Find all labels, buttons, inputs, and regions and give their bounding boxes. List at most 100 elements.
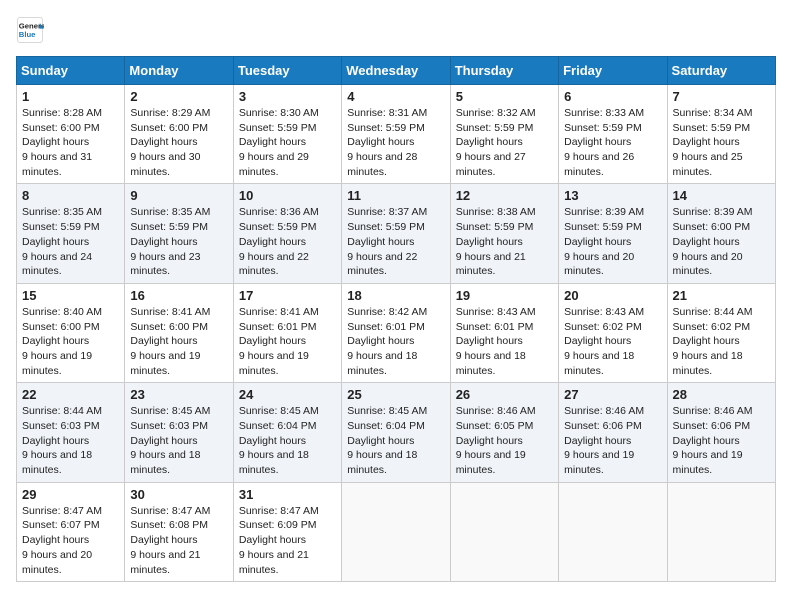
sunset-label: Sunset: 5:59 PM	[130, 221, 208, 233]
daylight-value: 9 hours and 18 minutes.	[456, 350, 526, 377]
day-header: Wednesday	[342, 57, 450, 85]
cell-content: Sunrise: 8:46 AM Sunset: 6:05 PM Dayligh…	[456, 404, 553, 477]
daylight-label: Daylight hours	[456, 136, 523, 148]
sunset-label: Sunset: 6:00 PM	[130, 321, 208, 333]
sunset-label: Sunset: 6:04 PM	[239, 420, 317, 432]
sunrise-label: Sunrise: 8:33 AM	[564, 107, 644, 119]
daylight-value: 9 hours and 21 minutes.	[456, 251, 526, 278]
sunset-label: Sunset: 5:59 PM	[564, 122, 642, 134]
daylight-label: Daylight hours	[673, 136, 740, 148]
calendar-cell: 30 Sunrise: 8:47 AM Sunset: 6:08 PM Dayl…	[125, 482, 233, 581]
day-number: 30	[130, 487, 227, 502]
sunrise-label: Sunrise: 8:28 AM	[22, 107, 102, 119]
calendar-week-row: 8 Sunrise: 8:35 AM Sunset: 5:59 PM Dayli…	[17, 184, 776, 283]
day-number: 10	[239, 188, 336, 203]
sunset-label: Sunset: 6:01 PM	[347, 321, 425, 333]
sunset-label: Sunset: 6:06 PM	[564, 420, 642, 432]
calendar-table: SundayMondayTuesdayWednesdayThursdayFrid…	[16, 56, 776, 582]
cell-content: Sunrise: 8:31 AM Sunset: 5:59 PM Dayligh…	[347, 106, 444, 179]
daylight-label: Daylight hours	[130, 136, 197, 148]
day-number: 6	[564, 89, 661, 104]
sunrise-label: Sunrise: 8:35 AM	[130, 206, 210, 218]
daylight-value: 9 hours and 23 minutes.	[130, 251, 200, 278]
daylight-label: Daylight hours	[564, 435, 631, 447]
calendar-cell: 28 Sunrise: 8:46 AM Sunset: 6:06 PM Dayl…	[667, 383, 775, 482]
day-number: 29	[22, 487, 119, 502]
daylight-label: Daylight hours	[347, 435, 414, 447]
day-number: 28	[673, 387, 770, 402]
daylight-label: Daylight hours	[130, 435, 197, 447]
daylight-label: Daylight hours	[564, 136, 631, 148]
calendar-cell: 15 Sunrise: 8:40 AM Sunset: 6:00 PM Dayl…	[17, 283, 125, 382]
daylight-value: 9 hours and 20 minutes.	[564, 251, 634, 278]
day-number: 16	[130, 288, 227, 303]
sunset-label: Sunset: 6:03 PM	[130, 420, 208, 432]
daylight-label: Daylight hours	[347, 236, 414, 248]
calendar-cell: 18 Sunrise: 8:42 AM Sunset: 6:01 PM Dayl…	[342, 283, 450, 382]
sunset-label: Sunset: 6:07 PM	[22, 519, 100, 531]
sunset-label: Sunset: 6:01 PM	[239, 321, 317, 333]
daylight-label: Daylight hours	[347, 136, 414, 148]
day-number: 24	[239, 387, 336, 402]
daylight-value: 9 hours and 18 minutes.	[239, 449, 309, 476]
day-number: 23	[130, 387, 227, 402]
calendar-cell: 12 Sunrise: 8:38 AM Sunset: 5:59 PM Dayl…	[450, 184, 558, 283]
cell-content: Sunrise: 8:47 AM Sunset: 6:09 PM Dayligh…	[239, 504, 336, 577]
calendar-cell: 13 Sunrise: 8:39 AM Sunset: 5:59 PM Dayl…	[559, 184, 667, 283]
calendar-cell: 21 Sunrise: 8:44 AM Sunset: 6:02 PM Dayl…	[667, 283, 775, 382]
daylight-value: 9 hours and 30 minutes.	[130, 151, 200, 178]
calendar-cell	[559, 482, 667, 581]
day-number: 12	[456, 188, 553, 203]
calendar-cell: 10 Sunrise: 8:36 AM Sunset: 5:59 PM Dayl…	[233, 184, 341, 283]
sunset-label: Sunset: 6:03 PM	[22, 420, 100, 432]
calendar-cell: 1 Sunrise: 8:28 AM Sunset: 6:00 PM Dayli…	[17, 85, 125, 184]
cell-content: Sunrise: 8:35 AM Sunset: 5:59 PM Dayligh…	[130, 205, 227, 278]
daylight-label: Daylight hours	[130, 335, 197, 347]
sunrise-label: Sunrise: 8:35 AM	[22, 206, 102, 218]
daylight-label: Daylight hours	[239, 136, 306, 148]
svg-text:Blue: Blue	[19, 30, 36, 39]
cell-content: Sunrise: 8:37 AM Sunset: 5:59 PM Dayligh…	[347, 205, 444, 278]
calendar-cell: 3 Sunrise: 8:30 AM Sunset: 5:59 PM Dayli…	[233, 85, 341, 184]
day-number: 21	[673, 288, 770, 303]
sunset-label: Sunset: 5:59 PM	[456, 221, 534, 233]
cell-content: Sunrise: 8:40 AM Sunset: 6:00 PM Dayligh…	[22, 305, 119, 378]
sunrise-label: Sunrise: 8:30 AM	[239, 107, 319, 119]
calendar-cell: 27 Sunrise: 8:46 AM Sunset: 6:06 PM Dayl…	[559, 383, 667, 482]
daylight-label: Daylight hours	[22, 236, 89, 248]
sunset-label: Sunset: 5:59 PM	[347, 122, 425, 134]
calendar-cell: 7 Sunrise: 8:34 AM Sunset: 5:59 PM Dayli…	[667, 85, 775, 184]
day-number: 11	[347, 188, 444, 203]
calendar-cell: 9 Sunrise: 8:35 AM Sunset: 5:59 PM Dayli…	[125, 184, 233, 283]
sunrise-label: Sunrise: 8:46 AM	[564, 405, 644, 417]
sunrise-label: Sunrise: 8:37 AM	[347, 206, 427, 218]
day-number: 18	[347, 288, 444, 303]
cell-content: Sunrise: 8:46 AM Sunset: 6:06 PM Dayligh…	[564, 404, 661, 477]
daylight-value: 9 hours and 20 minutes.	[22, 549, 92, 576]
daylight-value: 9 hours and 28 minutes.	[347, 151, 417, 178]
cell-content: Sunrise: 8:43 AM Sunset: 6:02 PM Dayligh…	[564, 305, 661, 378]
day-number: 5	[456, 89, 553, 104]
day-number: 2	[130, 89, 227, 104]
cell-content: Sunrise: 8:45 AM Sunset: 6:03 PM Dayligh…	[130, 404, 227, 477]
daylight-label: Daylight hours	[673, 335, 740, 347]
calendar-cell: 29 Sunrise: 8:47 AM Sunset: 6:07 PM Dayl…	[17, 482, 125, 581]
day-number: 13	[564, 188, 661, 203]
daylight-label: Daylight hours	[22, 435, 89, 447]
cell-content: Sunrise: 8:29 AM Sunset: 6:00 PM Dayligh…	[130, 106, 227, 179]
sunrise-label: Sunrise: 8:46 AM	[456, 405, 536, 417]
daylight-label: Daylight hours	[456, 236, 523, 248]
cell-content: Sunrise: 8:47 AM Sunset: 6:08 PM Dayligh…	[130, 504, 227, 577]
cell-content: Sunrise: 8:32 AM Sunset: 5:59 PM Dayligh…	[456, 106, 553, 179]
day-header: Thursday	[450, 57, 558, 85]
sunset-label: Sunset: 6:04 PM	[347, 420, 425, 432]
calendar-cell: 4 Sunrise: 8:31 AM Sunset: 5:59 PM Dayli…	[342, 85, 450, 184]
calendar-week-row: 1 Sunrise: 8:28 AM Sunset: 6:00 PM Dayli…	[17, 85, 776, 184]
cell-content: Sunrise: 8:46 AM Sunset: 6:06 PM Dayligh…	[673, 404, 770, 477]
daylight-label: Daylight hours	[239, 335, 306, 347]
daylight-value: 9 hours and 27 minutes.	[456, 151, 526, 178]
daylight-value: 9 hours and 18 minutes.	[130, 449, 200, 476]
cell-content: Sunrise: 8:28 AM Sunset: 6:00 PM Dayligh…	[22, 106, 119, 179]
calendar-cell: 31 Sunrise: 8:47 AM Sunset: 6:09 PM Dayl…	[233, 482, 341, 581]
cell-content: Sunrise: 8:47 AM Sunset: 6:07 PM Dayligh…	[22, 504, 119, 577]
